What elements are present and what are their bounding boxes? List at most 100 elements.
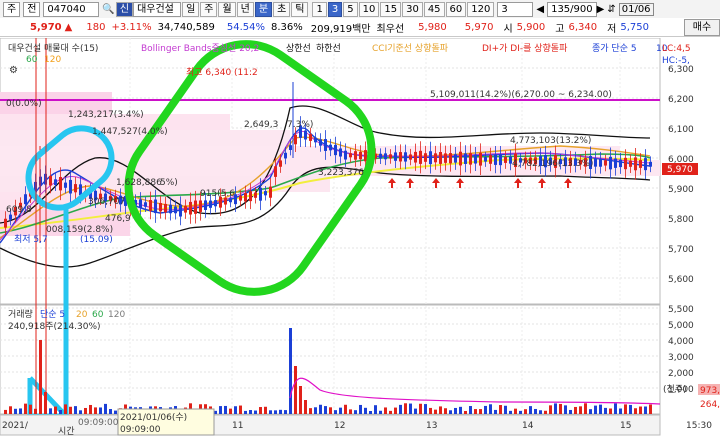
x-label-date: 2021/: [2, 421, 29, 431]
interval-button[interactable]: 120: [467, 1, 495, 17]
volume-bar: [79, 410, 82, 414]
interval-button[interactable]: 5: [343, 1, 358, 17]
candle-body: [199, 200, 202, 212]
period-dropdown[interactable]: 전: [23, 1, 41, 17]
interval-button[interactable]: 1: [312, 1, 327, 17]
volume-bar: [409, 403, 412, 414]
current-price: 5,970: [30, 21, 62, 33]
volume-bar: [9, 406, 12, 414]
annot-v8: 4,782,196(13.3%): [512, 159, 593, 169]
expand-icon[interactable]: ⇵: [607, 4, 615, 15]
market-tag: 신: [115, 1, 134, 17]
volume-bar: [109, 409, 112, 414]
candle-body: [354, 151, 357, 160]
time-label: 시간: [58, 426, 75, 436]
candle-body: [639, 160, 642, 168]
volume-bar: [539, 410, 542, 414]
price-tick: 6,100: [668, 125, 694, 135]
volume-bar: [319, 404, 322, 414]
volume-bar: [294, 366, 297, 414]
price-tick: 6,200: [668, 95, 694, 105]
volume-bar: [569, 409, 572, 414]
period-button[interactable]: 분: [254, 1, 273, 17]
volume-bar: [574, 406, 577, 414]
period-button[interactable]: 주: [200, 1, 218, 17]
candle-body: [59, 177, 62, 191]
candle-body: [329, 144, 332, 151]
volume-bar: [424, 404, 427, 414]
volume-bar: [384, 407, 387, 414]
menu-dropdown[interactable]: 주: [3, 1, 21, 17]
volume-bar: [634, 408, 637, 414]
amount: 209,919백만: [310, 23, 371, 35]
period-button[interactable]: 월: [218, 1, 236, 17]
stock-code-input[interactable]: 047040: [43, 1, 100, 17]
volume-bar: [234, 406, 237, 414]
candle-body: [304, 130, 307, 140]
interval-button[interactable]: 15: [380, 1, 402, 17]
interval-button[interactable]: 10: [358, 1, 380, 17]
candle-body: [254, 192, 257, 198]
volume-bar: [434, 409, 437, 414]
stock-chart: 대우건설 매물대 수(15) Bollinger Bands중심선 20,2 상…: [0, 38, 720, 436]
volume-bar: [639, 406, 642, 414]
interval-button[interactable]: 30: [402, 1, 423, 17]
candle-body: [464, 153, 467, 164]
volume-axis-unit: (천주): [663, 384, 687, 395]
candle-body: [249, 191, 252, 202]
period-buttons: 일주월년분초틱: [181, 1, 309, 17]
volume-bar: [279, 409, 282, 414]
interval-button[interactable]: 3: [327, 1, 343, 17]
annot-v4b: 5%): [160, 178, 178, 188]
candle-body: [9, 214, 12, 220]
volume-bar: [519, 410, 522, 414]
period-button[interactable]: 틱: [291, 1, 309, 17]
candle-body: [394, 152, 397, 161]
candle-body: [434, 153, 437, 163]
stock-name: 대우건설: [133, 1, 182, 17]
volume-bar: [564, 405, 567, 414]
interval-button[interactable]: 60: [445, 1, 467, 17]
candle-body: [4, 218, 7, 228]
candle-body: [479, 152, 482, 166]
ratio-pct: 8.36%: [271, 21, 303, 33]
volume-bar: [74, 406, 77, 414]
open-value: 5,900: [516, 21, 546, 33]
interval-button[interactable]: 45: [423, 1, 445, 17]
period-button[interactable]: 년: [236, 1, 254, 17]
volume-bar: [114, 410, 117, 414]
volume-bar: [469, 406, 472, 414]
volume-bar: [14, 408, 17, 414]
candle-body: [624, 157, 627, 170]
volume-bar: [404, 403, 407, 414]
period-button[interactable]: 일: [182, 1, 200, 17]
candle-body: [324, 139, 327, 151]
volume-bar: [504, 405, 507, 414]
volume-bar: [589, 409, 592, 414]
volume-bar: [104, 403, 107, 414]
volume-bar: [244, 410, 247, 414]
legend-dmi: DI+가 DI-를 상향돌파: [482, 42, 568, 54]
search-icon[interactable]: 🔍: [102, 4, 114, 15]
candle-body: [469, 153, 472, 165]
candle-body: [154, 199, 157, 214]
settings-icon[interactable]: ⚙: [9, 65, 18, 76]
volume-bar: [509, 410, 512, 414]
interval-select[interactable]: 3: [497, 1, 534, 17]
volume-bar: [389, 410, 392, 414]
volume-bar: [229, 408, 232, 414]
volume-bar: [259, 407, 262, 414]
buy-button[interactable]: 매수: [684, 19, 720, 36]
volume-bar: [59, 410, 62, 414]
volume-bar: [54, 406, 57, 414]
period-button[interactable]: 초: [273, 1, 291, 17]
top-toolbar: 주 전 047040 🔍 신 대우건설 일주월년분초틱 1 3 5 10 15 30 45 6…: [0, 0, 720, 19]
chevron-left-icon[interactable]: ◀: [536, 4, 544, 15]
volume-bar: [649, 404, 652, 414]
chevron-right-icon[interactable]: ▶: [597, 4, 605, 15]
volume-bar: [289, 328, 292, 414]
candle-body: [424, 153, 427, 162]
high-label: 고: [555, 23, 565, 35]
volume-bar: [49, 408, 52, 414]
candle-body: [189, 201, 192, 215]
